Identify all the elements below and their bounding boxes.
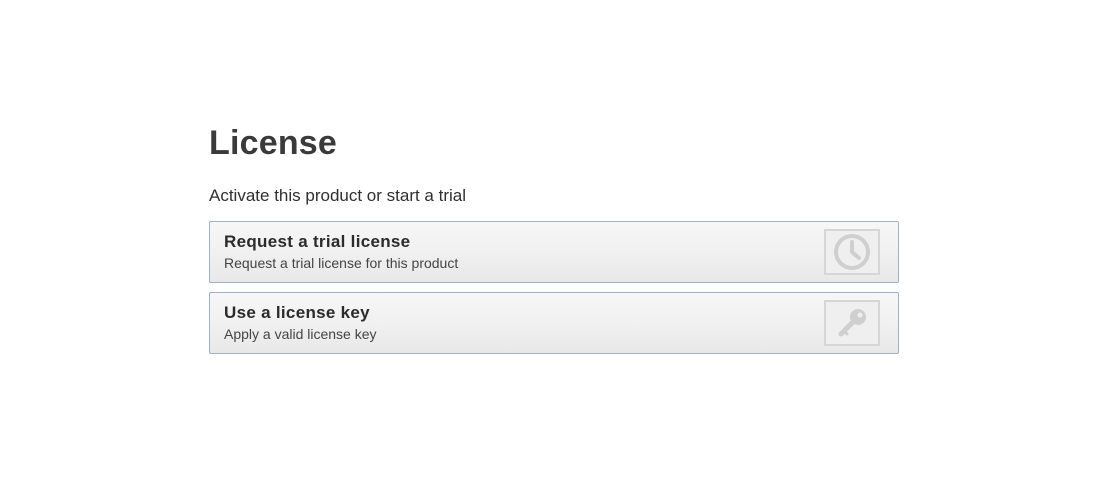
license-panel: License Activate this product or start a…: [209, 122, 899, 363]
option-title: Request a trial license: [224, 232, 411, 251]
page-title: License: [209, 124, 338, 162]
license-page: License Activate this product or start a…: [0, 0, 1100, 486]
key-icon: [824, 300, 880, 346]
license-options: Request a trial license Request a trial …: [209, 221, 899, 354]
clock-icon: [824, 229, 880, 275]
request-trial-license-option[interactable]: Request a trial license Request a trial …: [209, 221, 899, 283]
use-license-key-option[interactable]: Use a license key Apply a valid license …: [209, 292, 899, 354]
page-subtitle: Activate this product or start a trial: [209, 186, 466, 205]
option-description: Apply a valid license key: [224, 326, 377, 342]
option-title: Use a license key: [224, 303, 370, 322]
option-description: Request a trial license for this product: [224, 255, 459, 271]
